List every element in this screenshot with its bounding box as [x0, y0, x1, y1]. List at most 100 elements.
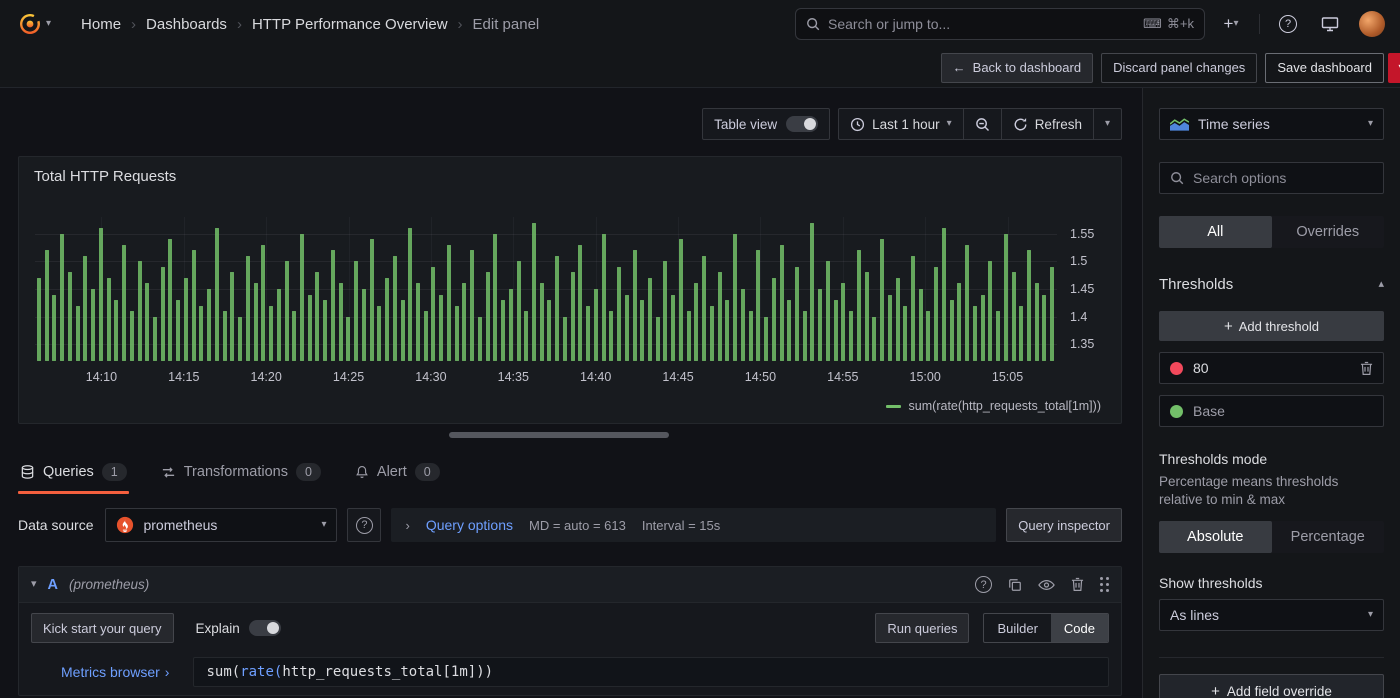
x-axis-label: 15:05 — [991, 370, 1024, 384]
chart-bar — [562, 316, 567, 361]
datasource-picker[interactable]: prometheus ▾ — [105, 508, 338, 542]
thresholds-section-header[interactable]: Thresholds ▴ — [1159, 276, 1384, 293]
chart-bar — [864, 272, 869, 361]
duplicate-query-icon[interactable] — [1008, 578, 1022, 592]
timeseries-panel: Total HTTP Requests 1.55 1.5 1.45 1.4 1.35 14… — [18, 156, 1122, 424]
add-field-override-button[interactable]: + Add field override — [1159, 674, 1384, 698]
x-axis-label: 14:40 — [580, 370, 612, 384]
builder-mode-button[interactable]: Builder — [984, 614, 1050, 642]
kick-start-query-button[interactable]: Kick start your query — [31, 613, 174, 643]
chart-bar — [238, 316, 243, 361]
options-tab-all[interactable]: All — [1159, 216, 1272, 248]
chart-bar — [918, 289, 923, 361]
grafana-logo-button[interactable]: ▾ — [12, 12, 57, 36]
table-view-label: Table view — [714, 116, 778, 132]
user-profile-button[interactable] — [1356, 8, 1388, 40]
zoom-out-icon — [975, 117, 990, 132]
discard-panel-changes-button[interactable]: Discard panel changes — [1101, 52, 1258, 83]
plus-icon: + — [1223, 14, 1234, 33]
chart-bar — [338, 283, 343, 361]
back-to-dashboard-button[interactable]: ← Back to dashboard — [940, 52, 1094, 83]
chart-bar — [1027, 250, 1031, 361]
horizontal-scrollbar-thumb[interactable] — [448, 432, 670, 438]
add-threshold-button[interactable]: + Add threshold — [1159, 311, 1384, 341]
thresholds-title: Thresholds — [1159, 276, 1234, 293]
global-search-input[interactable] — [828, 16, 1136, 32]
breadcrumb-edit-panel: Edit panel — [472, 15, 540, 33]
code-token: sum( — [206, 664, 241, 680]
chart-bar — [818, 289, 823, 361]
chart-bar — [555, 255, 560, 361]
database-icon — [20, 464, 35, 480]
delete-query-trash-icon[interactable] — [1071, 577, 1084, 592]
save-dashboard-button[interactable]: Save dashboard — [1265, 52, 1384, 83]
chevron-up-icon[interactable]: ▴ — [1378, 279, 1384, 290]
options-search-input[interactable] — [1193, 170, 1374, 186]
delete-threshold-trash-icon[interactable] — [1360, 361, 1373, 376]
help-button[interactable]: ? — [1272, 8, 1304, 40]
chart-legend-item[interactable]: sum(rate(http_requests_total[1m])) — [885, 399, 1101, 413]
mode-percentage-button[interactable]: Percentage — [1272, 521, 1385, 553]
datasource-help-button[interactable]: ? — [347, 508, 382, 542]
options-search-box[interactable] — [1159, 162, 1384, 194]
show-thresholds-select[interactable]: As lines ▾ — [1159, 599, 1384, 632]
threshold-row: 80 — [1159, 352, 1384, 384]
topnav-divider — [1259, 14, 1260, 34]
breadcrumb-home[interactable]: Home — [81, 16, 121, 33]
breadcrumb-separator: › — [131, 15, 137, 33]
query-row-card: ▾ A (prometheus) ? Kick start your query… — [18, 566, 1122, 696]
code-mode-button[interactable]: Code — [1050, 614, 1108, 642]
tab-queries[interactable]: Queries 1 — [18, 463, 129, 494]
options-tab-overrides[interactable]: Overrides — [1272, 216, 1385, 248]
metrics-browser-link[interactable]: Metrics browser › — [61, 664, 169, 680]
panel-edit-main: Table view Last 1 hour ▾ Refresh ▾ Total… — [0, 88, 1142, 698]
collapse-chevron-icon[interactable]: ▾ — [31, 579, 37, 590]
news-monitor-button[interactable] — [1314, 8, 1346, 40]
query-options-toggle[interactable]: Query options — [426, 517, 513, 533]
chart-bar — [98, 228, 103, 361]
code-token: rate( — [240, 664, 283, 680]
help-icon[interactable]: ? — [975, 576, 992, 593]
panel-title[interactable]: Total HTTP Requests — [19, 157, 191, 196]
chart-bar — [1011, 272, 1016, 361]
chart-bar — [446, 244, 451, 361]
refresh-button[interactable]: Refresh — [1000, 109, 1093, 139]
refresh-interval-dropdown[interactable]: ▾ — [1092, 109, 1121, 139]
threshold-color-dot[interactable] — [1170, 361, 1183, 375]
zoom-out-time-button[interactable] — [962, 109, 1001, 139]
global-search-box[interactable]: ⌨ ⌘+k — [795, 8, 1205, 40]
chart-bar — [423, 311, 428, 361]
refresh-icon — [1013, 117, 1028, 132]
explain-toggle[interactable] — [248, 620, 281, 636]
query-row-header[interactable]: ▾ A (prometheus) ? — [19, 567, 1121, 603]
visualization-picker[interactable]: Time series ▾ — [1159, 108, 1384, 140]
datasource-row: Data source prometheus ▾ ? › Query optio… — [18, 508, 1122, 542]
chevron-right-icon[interactable]: › — [405, 519, 409, 532]
query-options-bar: › Query options MD = auto = 613 Interval… — [391, 508, 997, 542]
query-ref-id[interactable]: A — [48, 577, 58, 593]
drag-handle-icon[interactable] — [1100, 577, 1109, 592]
chart-bar — [214, 228, 219, 361]
tab-alert[interactable]: Alert 0 — [353, 463, 442, 494]
chart-bar — [315, 272, 320, 361]
add-new-button[interactable]: + ▾ — [1215, 8, 1247, 40]
breadcrumb-dashboards[interactable]: Dashboards — [146, 16, 227, 33]
time-range-picker[interactable]: Last 1 hour ▾ — [839, 109, 963, 139]
threshold-value[interactable]: 80 — [1193, 360, 1209, 376]
breadcrumb-dashboard-title[interactable]: HTTP Performance Overview — [252, 16, 448, 33]
promql-code-editor[interactable]: sum(rate(http_requests_total[1m])) — [193, 657, 1109, 687]
x-axis-label: 14:45 — [662, 370, 694, 384]
mode-absolute-button[interactable]: Absolute — [1159, 521, 1272, 554]
sidebar-divider — [1159, 657, 1384, 659]
save-dashboard-split-dropdown-button[interactable]: ▾ — [1388, 52, 1400, 83]
chart-bar — [965, 244, 970, 361]
threshold-base-color-dot[interactable] — [1170, 404, 1183, 418]
tab-transformations[interactable]: Transformations 0 — [159, 463, 323, 494]
query-inspector-button[interactable]: Query inspector — [1006, 508, 1122, 542]
table-view-toggle[interactable] — [786, 116, 819, 132]
y-axis-label: 1.5 — [1070, 254, 1088, 269]
chart-bar — [934, 266, 939, 361]
run-queries-button[interactable]: Run queries — [875, 613, 970, 643]
hide-query-eye-icon[interactable] — [1038, 579, 1055, 591]
x-axis-label: 14:30 — [415, 370, 447, 384]
